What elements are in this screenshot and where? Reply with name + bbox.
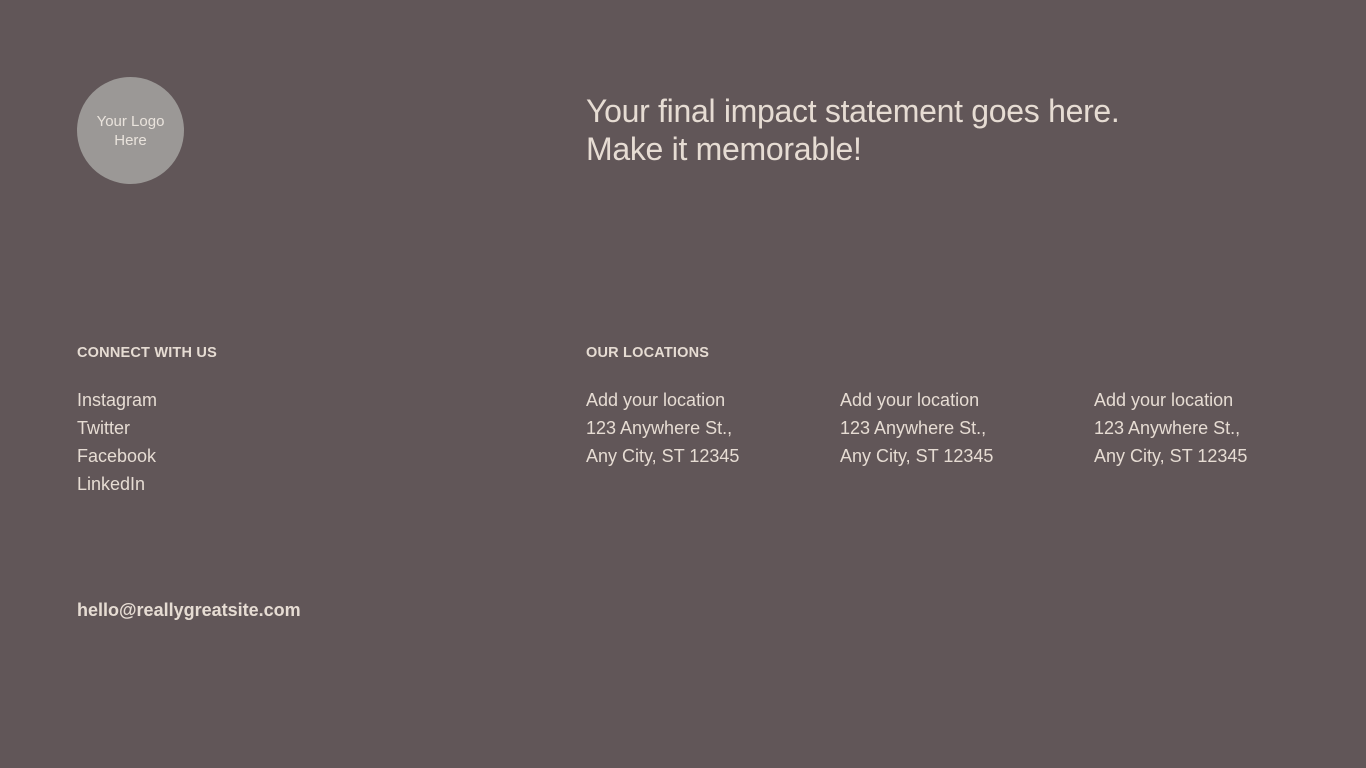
- impact-line-2: Make it memorable!: [586, 131, 862, 167]
- location-card: Add your location 123 Anywhere St., Any …: [1094, 386, 1324, 470]
- social-links-list: Instagram Twitter Facebook LinkedIn: [77, 386, 157, 498]
- impact-line-1: Your final impact statement goes here.: [586, 93, 1120, 129]
- location-city: Any City, ST 12345: [586, 446, 740, 466]
- location-card: Add your location 123 Anywhere St., Any …: [840, 386, 1070, 470]
- logo-text: Your Logo Here: [96, 112, 165, 149]
- location-street: 123 Anywhere St.,: [586, 418, 733, 438]
- locations-section-title: OUR LOCATIONS: [586, 345, 710, 361]
- facebook-link[interactable]: Facebook: [77, 442, 157, 470]
- location-card: Add your location 123 Anywhere St., Any …: [586, 386, 816, 470]
- location-city: Any City, ST 12345: [1094, 446, 1248, 466]
- location-street: 123 Anywhere St.,: [840, 418, 987, 438]
- linkedin-link[interactable]: LinkedIn: [77, 470, 157, 498]
- location-street: 123 Anywhere St.,: [1094, 418, 1241, 438]
- contact-email-link[interactable]: hello@reallygreatsite.com: [77, 597, 301, 623]
- instagram-link[interactable]: Instagram: [77, 386, 157, 414]
- connect-section-title: CONNECT WITH US: [77, 345, 217, 361]
- location-name: Add your location: [586, 390, 726, 410]
- page: Your Logo Here Your final impact stateme…: [0, 0, 1366, 768]
- logo-placeholder: Your Logo Here: [77, 77, 184, 184]
- impact-statement: Your final impact statement goes here. M…: [586, 92, 1226, 168]
- location-name: Add your location: [1094, 390, 1234, 410]
- location-city: Any City, ST 12345: [840, 446, 994, 466]
- location-name: Add your location: [840, 390, 980, 410]
- twitter-link[interactable]: Twitter: [77, 414, 157, 442]
